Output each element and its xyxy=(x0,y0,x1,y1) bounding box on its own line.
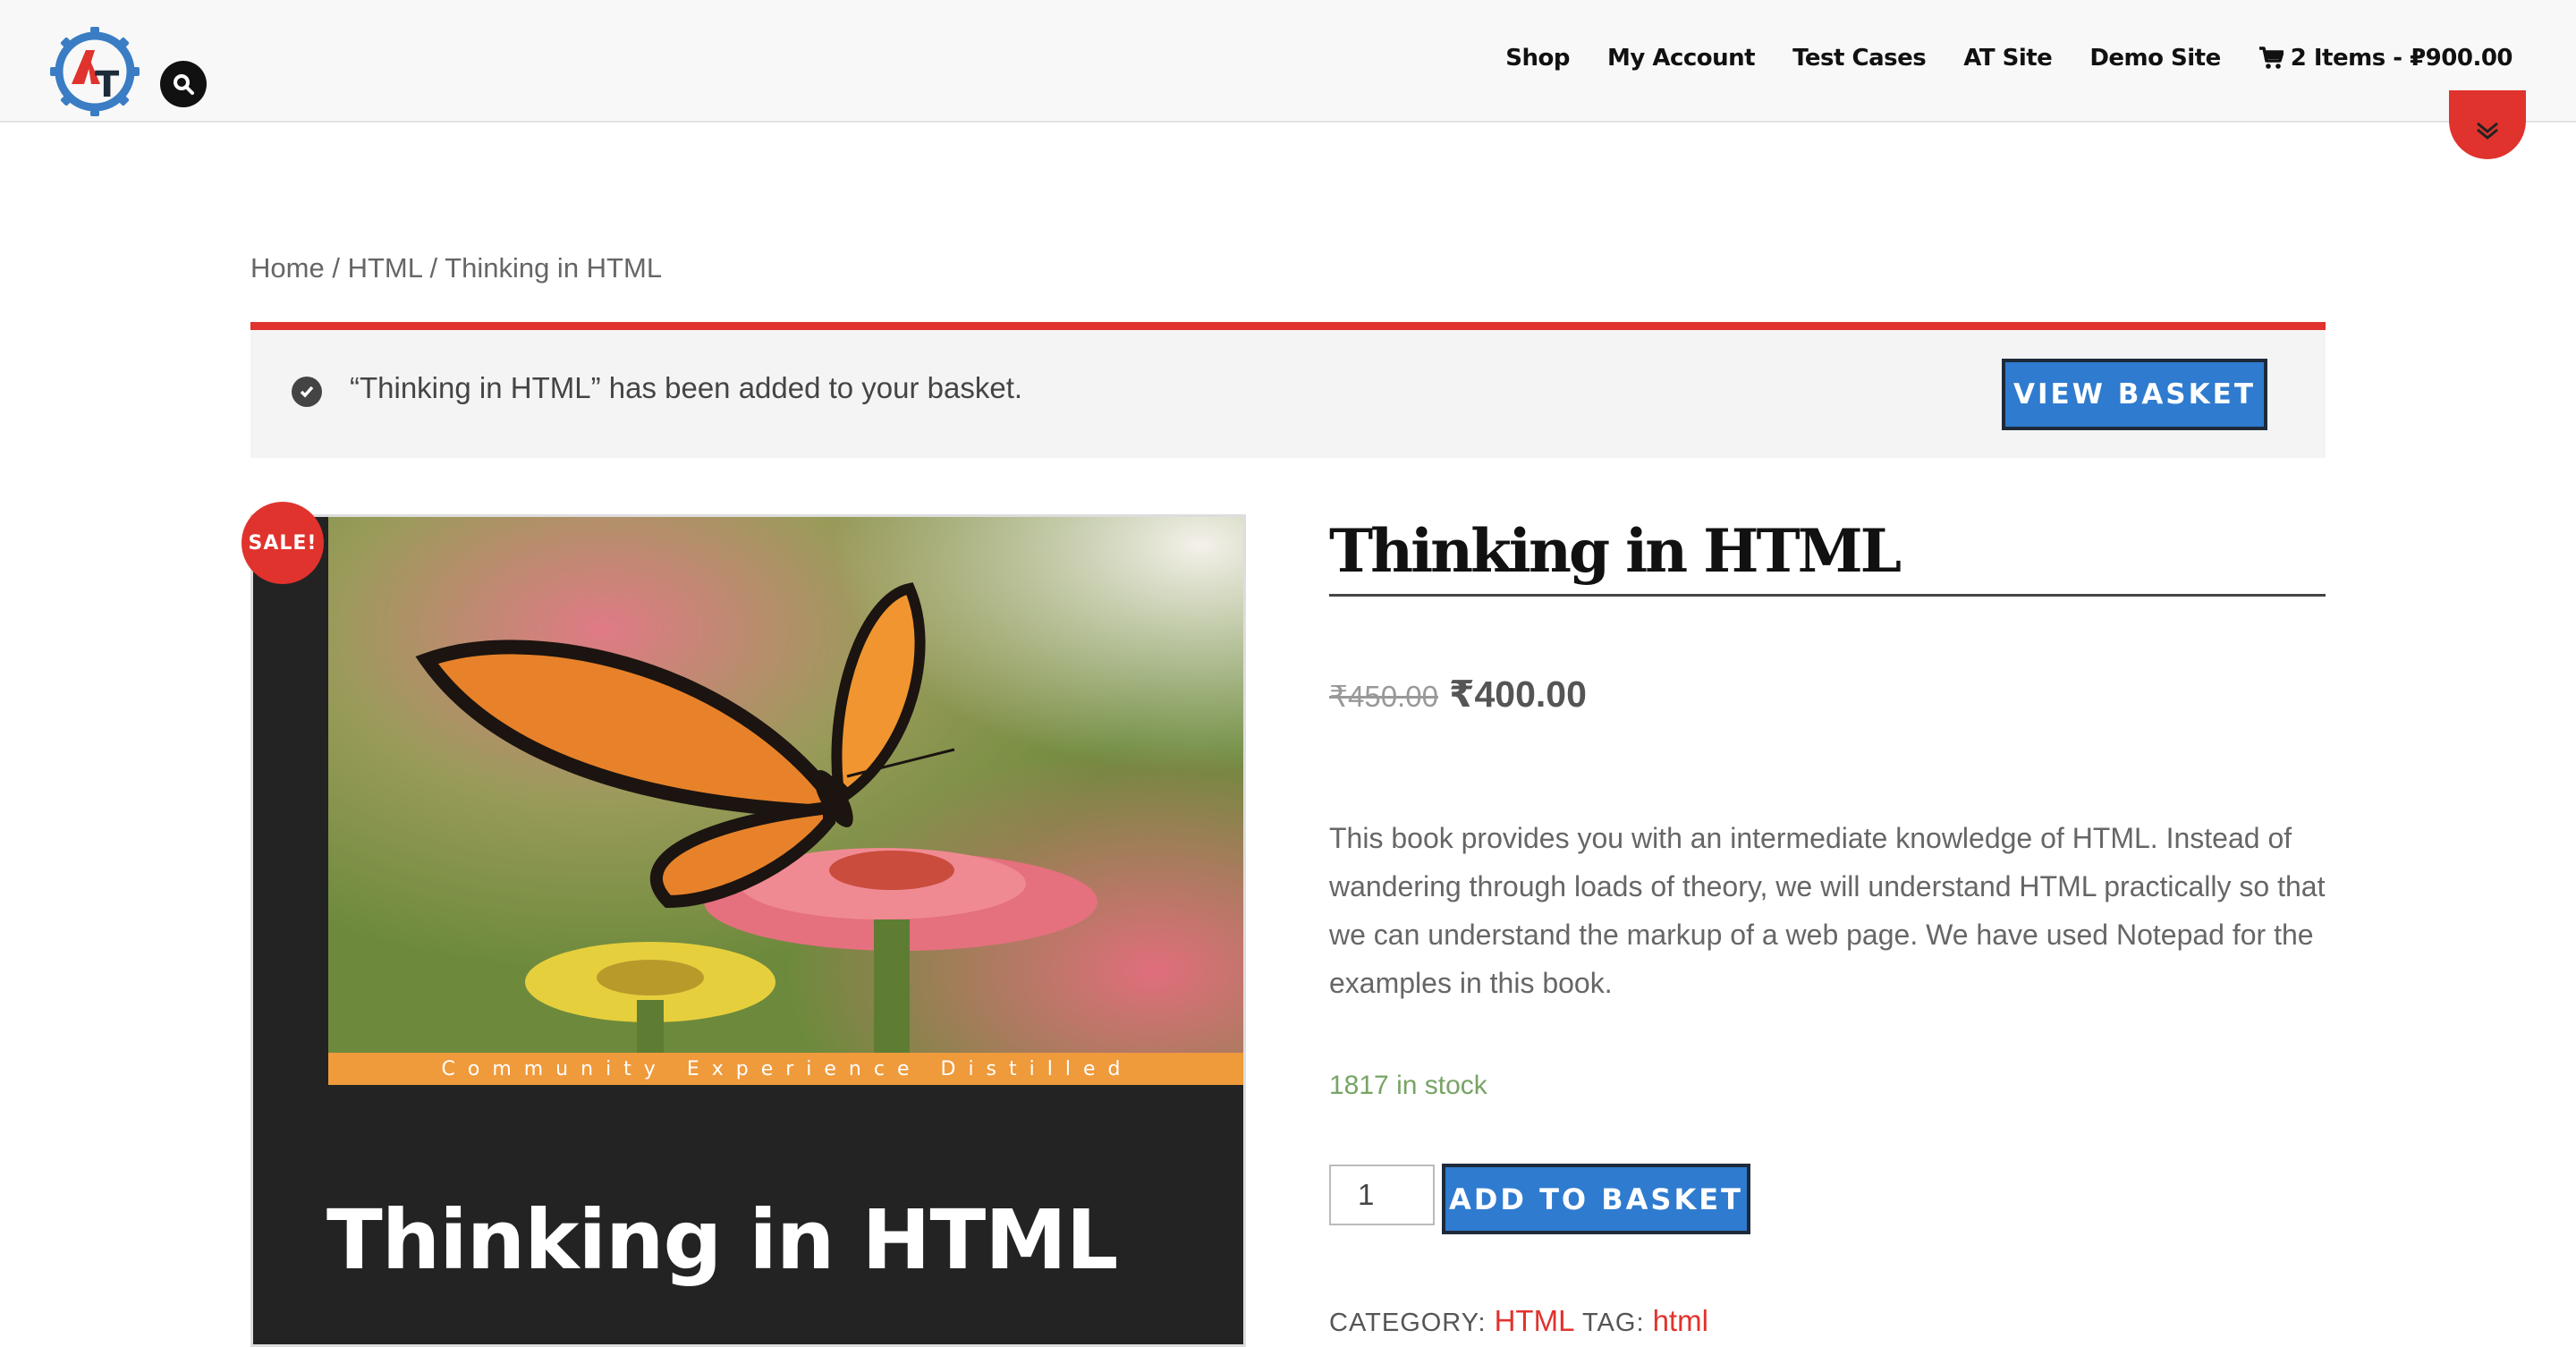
notice-message: “Thinking in HTML” has been added to you… xyxy=(350,371,1023,404)
quantity-input[interactable] xyxy=(1329,1165,1435,1225)
price-original: ₹450.00 xyxy=(1329,680,1438,713)
category-label: CATEGORY: xyxy=(1329,1309,1487,1337)
cover-strip: Community Experience Distilled xyxy=(328,1053,1243,1085)
search-button[interactable] xyxy=(160,61,207,107)
product-meta: CATEGORY: HTML TAG: html xyxy=(1329,1304,1708,1338)
breadcrumb-separator: / xyxy=(429,252,438,284)
search-icon xyxy=(174,74,194,95)
product-description: This book provides you with an intermedi… xyxy=(1329,822,2326,999)
nav-at-site[interactable]: AT Site xyxy=(1963,45,2053,72)
category-link[interactable]: HTML xyxy=(1495,1304,1575,1337)
product-price: ₹450.00 ₹400.00 xyxy=(1329,673,1587,716)
nav-demo-site[interactable]: Demo Site xyxy=(2089,45,2221,72)
nav-my-account[interactable]: My Account xyxy=(1607,45,1756,72)
cover-title: Thinking in HTML xyxy=(326,1192,1118,1288)
add-to-basket-button[interactable]: ADD TO BASKET xyxy=(1442,1164,1750,1234)
main-nav: Shop My Account Test Cases AT Site Demo … xyxy=(1505,45,2512,72)
sale-badge: SALE! xyxy=(242,502,324,584)
site-header: T Shop My Account Test Cases AT Site Dem… xyxy=(0,0,2576,123)
svg-text:T: T xyxy=(95,64,120,106)
cart-icon xyxy=(2258,47,2284,69)
product-title: Thinking in HTML xyxy=(1329,516,2326,597)
butterfly-photo xyxy=(328,517,1243,1084)
cart-summary: 2 Items - ₽900.00 xyxy=(2290,45,2513,72)
scroll-down-tab[interactable] xyxy=(2449,90,2526,159)
product-image[interactable]: Community Experience Distilled Thinking … xyxy=(250,514,1246,1347)
nav-shop[interactable]: Shop xyxy=(1505,45,1570,72)
stock-status: 1817 in stock xyxy=(1329,1071,1487,1100)
breadcrumb-category[interactable]: HTML xyxy=(348,252,422,284)
site-logo-icon[interactable]: T xyxy=(50,25,140,118)
tag-link[interactable]: html xyxy=(1653,1304,1708,1337)
breadcrumb-current: Thinking in HTML xyxy=(445,252,663,284)
added-to-basket-notice: “Thinking in HTML” has been added to you… xyxy=(250,322,2326,458)
breadcrumb-separator: / xyxy=(332,252,340,284)
check-circle-icon xyxy=(292,377,322,407)
price-sale: ₹400.00 xyxy=(1448,674,1587,715)
tag-label: TAG: xyxy=(1581,1309,1645,1337)
nav-test-cases[interactable]: Test Cases xyxy=(1792,45,1927,72)
nav-cart[interactable]: 2 Items - ₽900.00 xyxy=(2258,45,2513,72)
breadcrumb: Home / HTML / Thinking in HTML xyxy=(250,252,662,284)
view-basket-button[interactable]: VIEW BASKET xyxy=(2002,359,2267,430)
cover-strip-text: Community Experience Distilled xyxy=(441,1057,1133,1080)
breadcrumb-home[interactable]: Home xyxy=(250,252,325,284)
